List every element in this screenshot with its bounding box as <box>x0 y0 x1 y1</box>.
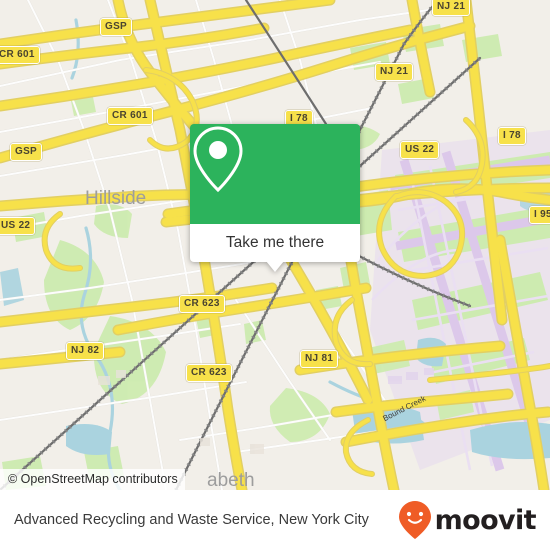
road-shield: NJ 21 <box>432 0 471 16</box>
road-shield: US 22 <box>400 141 440 159</box>
footer-bar: Advanced Recycling and Waste Service, Ne… <box>0 490 550 550</box>
road-shield: GSP <box>10 143 43 161</box>
take-me-there-button[interactable]: Take me there <box>190 224 360 262</box>
place-title: Advanced Recycling and Waste Service, Ne… <box>14 511 369 528</box>
road-shield: I 78 <box>498 127 526 145</box>
road-shield: NJ 82 <box>66 342 105 360</box>
moovit-map-share-card: .wtr{fill:#aad3df} .prk{fill:#cdebb0} .a… <box>0 0 550 550</box>
osm-attribution[interactable]: © OpenStreetMap contributors <box>0 469 185 490</box>
road-shield: CR 623 <box>179 295 225 313</box>
road-shield: CR 623 <box>186 364 232 382</box>
popup-header <box>190 124 360 224</box>
location-popup-card[interactable]: Take me there <box>190 124 360 272</box>
road-shield: GSP <box>100 18 133 36</box>
road-shield: US 22 <box>0 217 36 235</box>
place-label: abeth <box>207 470 255 490</box>
map-pin-icon <box>193 126 243 193</box>
road-shield: I 95 <box>529 206 550 224</box>
road-shield: CR 601 <box>107 107 153 125</box>
moovit-wordmark: moovit <box>434 504 537 536</box>
moovit-brand[interactable]: moovit <box>398 500 550 540</box>
place-label: Hillside <box>85 188 147 209</box>
road-shield: CR 601 <box>0 46 40 64</box>
take-me-there-label: Take me there <box>225 234 325 251</box>
popup-pointer-tail <box>266 261 284 272</box>
moovit-smiley-pin-icon <box>398 501 431 539</box>
map-canvas[interactable]: .wtr{fill:#aad3df} .prk{fill:#cdebb0} .a… <box>0 0 550 490</box>
road-shield: NJ 21 <box>375 63 414 81</box>
road-shield: NJ 81 <box>300 350 339 368</box>
